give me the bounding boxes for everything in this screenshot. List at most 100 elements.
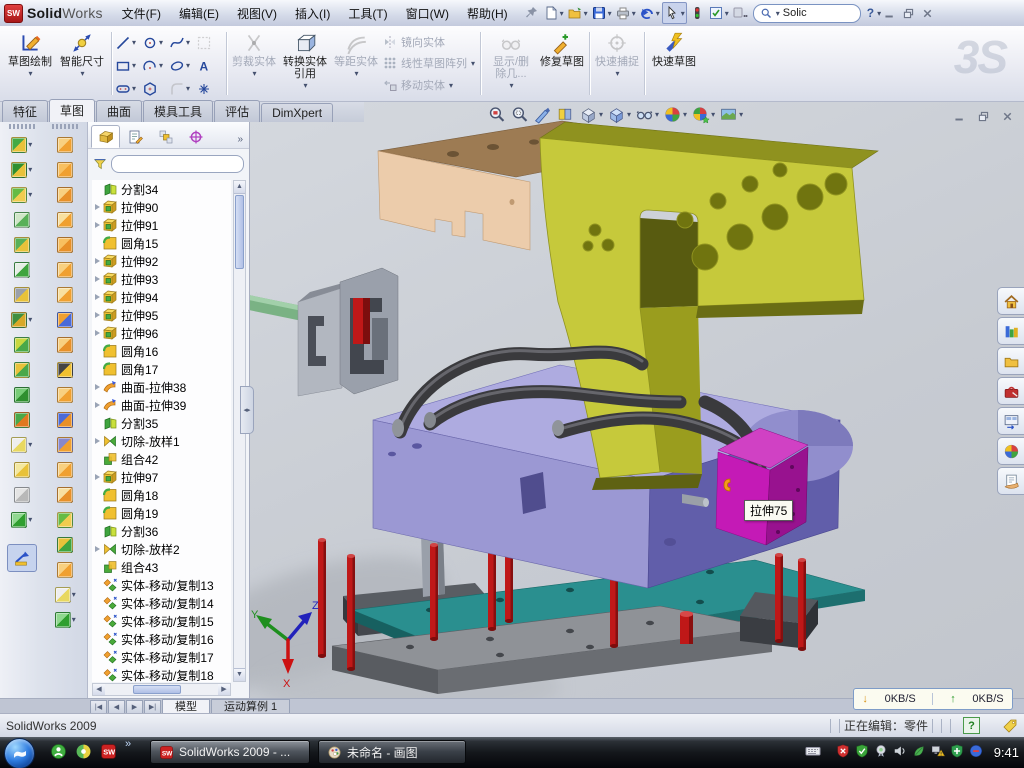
dropdown-icon[interactable]: ▾	[608, 9, 612, 18]
expand-arrow-icon[interactable]	[92, 258, 103, 264]
dropdown-icon[interactable]: ▾	[599, 110, 603, 119]
tab-nav-button[interactable]: ▶	[126, 700, 143, 714]
expand-arrow-icon[interactable]	[92, 276, 103, 282]
edit-appearance-button[interactable]: ▾	[662, 104, 688, 125]
dropdown-icon[interactable]: ▾	[739, 110, 743, 119]
quick-launch-overflow-icon[interactable]: »	[125, 737, 131, 751]
tab-评估[interactable]: 评估	[214, 100, 260, 122]
tab-DimXpert[interactable]: DimXpert	[261, 103, 333, 122]
taskbar-button-1[interactable]: SWSolidWorks 2009 - ...	[150, 740, 310, 764]
fm-tabs-overflow-icon[interactable]: »	[237, 134, 246, 148]
feature-tree-item[interactable]: 拉伸93	[92, 270, 231, 288]
expand-arrow-icon[interactable]	[92, 474, 103, 480]
feature-tree-item[interactable]: 分割36	[92, 522, 231, 540]
undo-button[interactable]: ▾	[638, 3, 661, 23]
doc-restore-button[interactable]	[977, 110, 990, 123]
tab-模型[interactable]: 模型	[162, 699, 210, 714]
dropdown-icon[interactable]: ▾	[683, 110, 687, 119]
menu-item[interactable]: 编辑(E)	[170, 1, 228, 26]
dropdown-icon[interactable]: ▾	[28, 440, 32, 449]
network-warning-tray-icon[interactable]	[931, 744, 945, 761]
dropdown-icon[interactable]: ▾	[132, 61, 136, 70]
feature-tree-item[interactable]: 圆角19	[92, 504, 231, 522]
eco-tray-icon[interactable]	[912, 744, 926, 761]
fillet-button[interactable]: ▾	[11, 182, 32, 207]
zoom-area-button[interactable]	[509, 104, 530, 125]
feature-tree-item[interactable]: 圆角15	[92, 234, 231, 252]
split-button[interactable]	[14, 332, 30, 357]
spline-button[interactable]: ▾	[169, 31, 196, 54]
scroll-thumb[interactable]	[235, 195, 244, 269]
start-button[interactable]	[4, 738, 35, 768]
circle-button[interactable]: ▾	[142, 31, 169, 54]
security-green-tray-icon[interactable]	[855, 744, 869, 761]
expand-arrow-icon[interactable]	[92, 204, 103, 210]
print-button[interactable]: ▾	[614, 3, 637, 23]
dropdown-icon[interactable]: ▾	[303, 80, 307, 92]
dome-button[interactable]	[57, 532, 73, 557]
feature-tree-item[interactable]: 实体-移动/复制15	[92, 612, 231, 630]
dropdown-icon[interactable]: ▾	[132, 38, 136, 47]
dropdown-icon[interactable]: ▾	[725, 9, 729, 18]
zoom-fit-button[interactable]	[486, 104, 507, 125]
minimize-button[interactable]	[883, 7, 896, 20]
move-copy-body-button[interactable]	[14, 407, 30, 432]
volume-tray-icon[interactable]	[893, 744, 907, 761]
thicken-button[interactable]	[57, 507, 73, 532]
help-button[interactable]: ?	[865, 6, 876, 20]
search-dropdown-icon[interactable]: ▾	[776, 9, 780, 18]
line-button[interactable]: ▾	[115, 31, 142, 54]
feature-tree-item[interactable]: 实体-移动/复制17	[92, 648, 231, 666]
dropdown-icon[interactable]: ▾	[655, 110, 659, 119]
view-orientation-button[interactable]: ▾	[578, 104, 604, 125]
dropdown-icon[interactable]: ▾	[186, 38, 190, 47]
hide-show-items-button[interactable]: ▾	[634, 104, 660, 125]
expand-arrow-icon[interactable]	[92, 384, 103, 390]
feature-tree-item[interactable]: 切除-放样1	[92, 432, 231, 450]
ellipse-button[interactable]: ▾	[169, 54, 196, 77]
text-button[interactable]: A	[196, 54, 223, 77]
section-view-button[interactable]	[555, 104, 576, 125]
lofted-boss-button[interactable]	[14, 232, 30, 257]
point-button[interactable]	[196, 77, 223, 100]
combine-button[interactable]	[14, 382, 30, 407]
scroll-down-icon[interactable]: ▼	[234, 668, 245, 681]
revolved-surface-button[interactable]	[57, 157, 73, 182]
dropdown-icon[interactable]: ▾	[584, 9, 588, 18]
delete-face-button[interactable]	[57, 357, 73, 382]
suite-ball-launch-button[interactable]	[75, 743, 92, 763]
extruded-surface-button[interactable]	[57, 132, 73, 157]
dropdown-icon[interactable]: ▾	[560, 9, 564, 18]
toolbar-grip[interactable]	[9, 124, 35, 129]
expand-arrow-icon[interactable]	[92, 438, 103, 444]
menu-item[interactable]: 文件(F)	[113, 1, 170, 26]
dropdown-icon[interactable]: ▾	[711, 110, 715, 119]
save-button[interactable]: ▾	[590, 3, 613, 23]
dropdown-icon[interactable]: ▾	[28, 315, 32, 324]
toolbar-grip[interactable]	[52, 124, 78, 129]
tab-特征[interactable]: 特征	[2, 100, 48, 122]
instant3d-button[interactable]	[7, 544, 37, 572]
axis-button[interactable]	[14, 482, 30, 507]
reference-geometry-button[interactable]: ▾	[55, 582, 76, 607]
dropdown-icon[interactable]: ▾	[681, 9, 685, 18]
dropdown-icon[interactable]: ▾	[28, 190, 32, 199]
search-input[interactable]: ▾ Solic	[753, 4, 861, 23]
options-checklist-button[interactable]: ▾	[707, 3, 730, 23]
tab-草图[interactable]: 草图	[49, 99, 95, 122]
taskpane-tab-solidworks-resources[interactable]	[997, 287, 1024, 315]
cm-button-rapid[interactable]: 快速草图	[648, 28, 700, 99]
tab-nav-button[interactable]: ▶|	[144, 700, 161, 714]
dropdown-icon[interactable]: ▾	[186, 61, 190, 70]
filter-input[interactable]	[111, 155, 244, 173]
boundary-boss-button[interactable]	[14, 257, 30, 282]
extend-surface-button[interactable]	[57, 407, 73, 432]
dropdown-icon[interactable]: ▾	[80, 68, 84, 80]
expand-arrow-icon[interactable]	[92, 330, 103, 336]
new-document-button[interactable]: ▾	[542, 3, 565, 23]
slot-button[interactable]: ▾	[115, 77, 142, 100]
arc-button[interactable]: ▾	[142, 54, 169, 77]
section-pen-button[interactable]	[532, 104, 553, 125]
graphics-area[interactable]: Y Z X ▾▾▾▾▾▾ 拉伸75	[250, 102, 1024, 698]
trim-surface-button[interactable]	[57, 432, 73, 457]
